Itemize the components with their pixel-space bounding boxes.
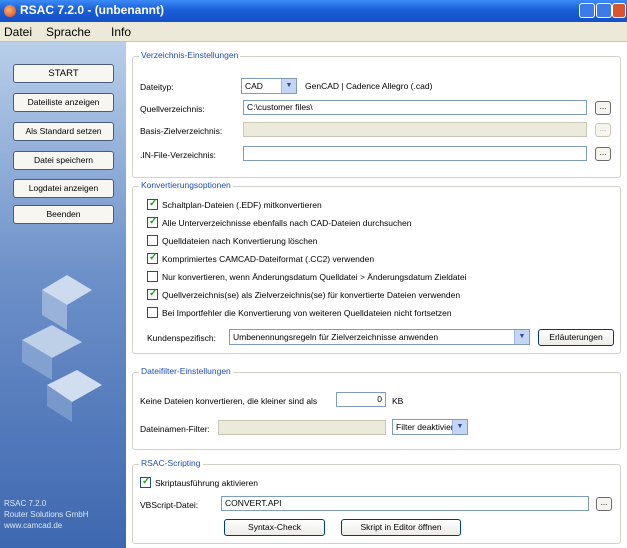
checkbox-box[interactable]: ✓ (140, 476, 151, 488)
maximize-button[interactable] (596, 3, 612, 18)
footer-website: www.camcad.de (4, 521, 63, 530)
app-icon (4, 5, 16, 17)
footer-company: Router Solutions GmbH (4, 510, 89, 519)
set-default-button[interactable]: Als Standard setzen (13, 122, 114, 141)
checkmark-icon: ✓ (149, 288, 158, 299)
menu-info[interactable]: Info (111, 25, 131, 39)
footer-version: RSAC 7.2.0 (4, 499, 47, 508)
directory-settings-group: Verzeichnis-Einstellungen Dateityp: CAD … (132, 50, 621, 178)
customer-specific-select[interactable]: Umbenennungsregeln für Zielverzeichnisse… (229, 329, 530, 345)
filetype-value: CAD (245, 81, 263, 91)
chevron-down-icon[interactable]: ▼ (281, 79, 296, 93)
checkbox-box[interactable]: ✓ (147, 198, 158, 210)
checkbox-compressed-format[interactable]: ✓ Komprimiertes CAMCAD-Dateiformat (.CC2)… (147, 252, 375, 266)
title-bar: RSAC 7.2.0 - (unbenannt) (0, 0, 627, 22)
customer-specific-value: Umbenennungsregeln für Zielverzeichnisse… (233, 332, 439, 342)
checkbox-box[interactable]: ✓ (147, 288, 158, 300)
filetype-select[interactable]: CAD ▼ (241, 78, 297, 94)
name-filter-label: Dateinamen-Filter: (140, 424, 210, 434)
checkbox-box[interactable] (147, 307, 158, 318)
minimize-button[interactable] (579, 3, 595, 18)
checkbox-label: Bei Importfehler die Konvertierung von w… (162, 308, 452, 318)
window-title: RSAC 7.2.0 - (unbenannt) (20, 3, 165, 17)
exit-button[interactable]: Beenden (13, 205, 114, 224)
vbscript-label: VBScript-Datei: (140, 500, 199, 510)
menu-bar: Datei Sprache Info (0, 22, 627, 42)
save-file-button[interactable]: Datei speichern (13, 151, 114, 170)
checkmark-icon: ✓ (149, 216, 158, 227)
logo-graphic (22, 275, 102, 422)
checkbox-enable-scripting[interactable]: ✓ Skriptausführung aktivieren (140, 476, 259, 490)
checkbox-box[interactable] (147, 235, 158, 246)
checkbox-search-subdirs[interactable]: ✓ Alle Unterverzeichnisse ebenfalls nach … (147, 216, 412, 230)
checkbox-stop-on-error[interactable]: Bei Importfehler die Konvertierung von w… (147, 307, 452, 320)
chevron-down-icon[interactable]: ▼ (514, 330, 529, 344)
checkbox-label: Komprimiertes CAMCAD-Dateiformat (.CC2) … (162, 254, 375, 264)
show-file-list-button[interactable]: Dateiliste anzeigen (13, 93, 114, 112)
checkbox-box[interactable]: ✓ (147, 216, 158, 228)
checkbox-label: Schaltplan-Dateien (.EDF) mitkonvertiere… (162, 200, 322, 210)
menu-datei[interactable]: Datei (4, 25, 32, 39)
syntax-check-button[interactable]: Syntax-Check (224, 519, 325, 536)
base-target-dir-browse-button: ... (595, 123, 611, 137)
scripting-group: RSAC-Scripting ✓ Skriptausführung aktivie… (132, 458, 621, 544)
scripting-title: RSAC-Scripting (139, 458, 203, 468)
checkbox-box[interactable] (147, 271, 158, 282)
checkbox-only-newer[interactable]: Nur konvertieren, wenn Änderungsdatum Qu… (147, 271, 467, 284)
close-button[interactable] (612, 3, 626, 18)
vbscript-browse-button[interactable]: ... (596, 497, 612, 511)
customer-specific-label: Kundenspezifisch: (147, 333, 216, 343)
filetype-label: Dateityp: (140, 82, 174, 92)
checkbox-label: Alle Unterverzeichnisse ebenfalls nach C… (162, 218, 412, 228)
source-dir-browse-button[interactable]: ... (595, 101, 611, 115)
explanations-button[interactable]: Erläuterungen (538, 329, 614, 346)
infile-dir-input[interactable] (243, 146, 587, 161)
checkmark-icon: ✓ (149, 198, 158, 209)
show-logfile-button[interactable]: Logdatei anzeigen (13, 179, 114, 198)
source-dir-label: Quellverzeichnis: (140, 104, 205, 114)
checkbox-delete-source[interactable]: Quelldateien nach Konvertierung löschen (147, 235, 317, 248)
checkbox-label: Skriptausführung aktivieren (155, 478, 259, 488)
chevron-down-icon[interactable]: ▼ (452, 420, 467, 434)
conversion-options-group: Konvertierungsoptionen ✓ Schaltplan-Datei… (132, 180, 621, 354)
main-panel: Verzeichnis-Einstellungen Dateityp: CAD … (126, 42, 627, 548)
filter-state-select[interactable]: Filter deaktiviert ▼ (392, 419, 468, 435)
infile-dir-label: .IN-File-Verzeichnis: (140, 150, 217, 160)
checkbox-label: Quellverzeichnis(se) als Zielverzeichnis… (162, 290, 461, 300)
name-filter-input (218, 420, 386, 435)
min-size-label: Keine Dateien konvertieren, die kleiner … (140, 396, 318, 406)
sidebar: START Dateiliste anzeigen Als Standard s… (0, 42, 126, 548)
checkmark-icon: ✓ (142, 476, 151, 487)
file-filter-group: Dateifilter-Einstellungen Keine Dateien … (132, 366, 621, 450)
source-dir-input[interactable]: C:\customer files\ (243, 100, 587, 115)
conversion-options-title: Konvertierungsoptionen (139, 180, 233, 190)
directory-settings-title: Verzeichnis-Einstellungen (139, 50, 241, 60)
start-button[interactable]: START (13, 64, 114, 83)
checkbox-convert-schematics[interactable]: ✓ Schaltplan-Dateien (.EDF) mitkonvertier… (147, 198, 322, 212)
checkbox-source-as-target[interactable]: ✓ Quellverzeichnis(se) als Zielverzeichni… (147, 288, 461, 302)
checkbox-label: Nur konvertieren, wenn Änderungsdatum Qu… (162, 272, 467, 282)
base-target-dir-label: Basis-Zielverzeichnis: (140, 126, 223, 136)
menu-sprache[interactable]: Sprache (46, 25, 91, 39)
checkbox-label: Quelldateien nach Konvertierung löschen (162, 236, 318, 246)
filter-state-value: Filter deaktiviert (396, 422, 456, 432)
checkbox-box[interactable]: ✓ (147, 252, 158, 264)
infile-dir-browse-button[interactable]: ... (595, 147, 611, 161)
filetype-description: GenCAD | Cadence Allegro (.cad) (305, 81, 433, 91)
vbscript-input[interactable]: CONVERT.API (221, 496, 589, 511)
checkmark-icon: ✓ (149, 252, 158, 263)
min-size-unit: KB (392, 396, 404, 406)
base-target-dir-input (243, 122, 587, 137)
file-filter-title: Dateifilter-Einstellungen (139, 366, 233, 376)
min-size-input[interactable]: 0 (336, 392, 386, 407)
open-in-editor-button[interactable]: Skript in Editor öffnen (341, 519, 461, 536)
